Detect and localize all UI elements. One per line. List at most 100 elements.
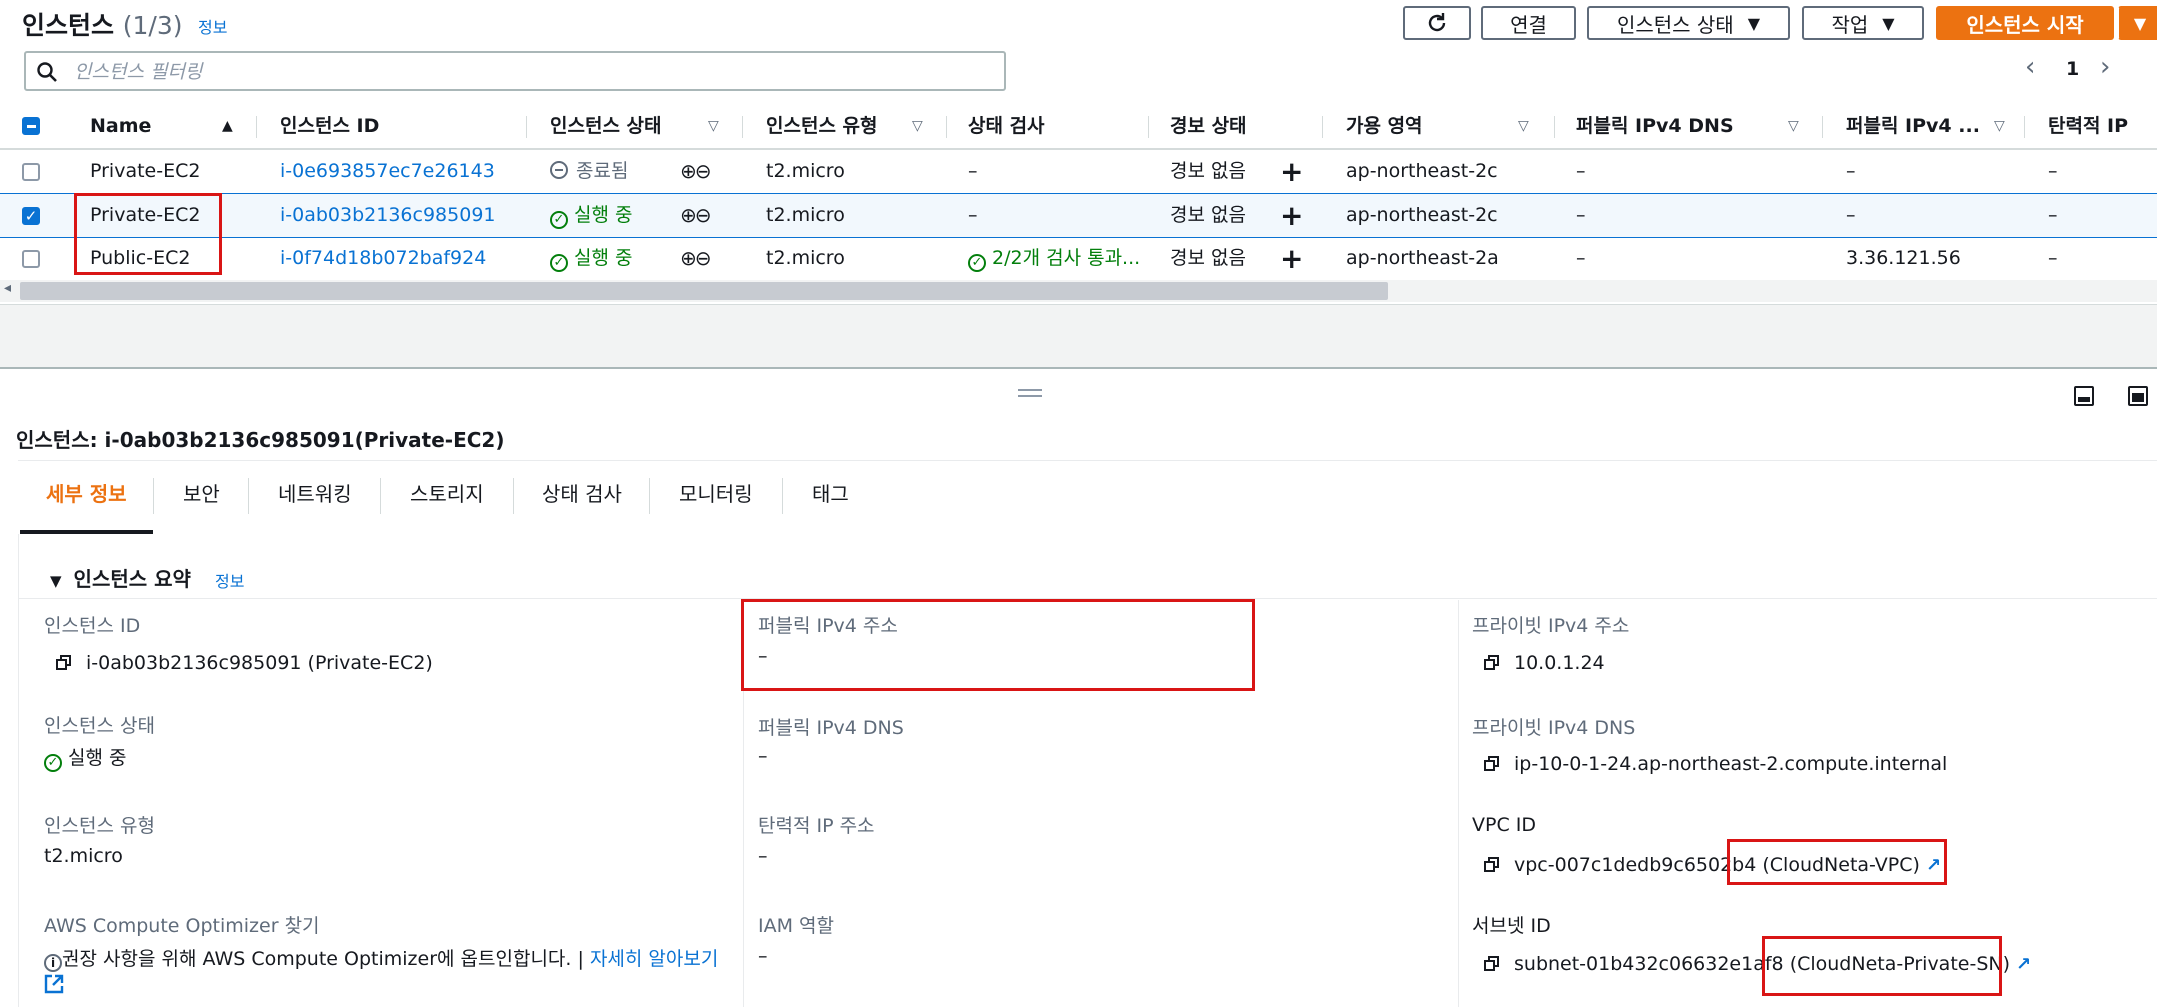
col-elastic-ip[interactable]: 탄력적 IP <box>2048 104 2128 148</box>
selection-count: (1/3) <box>122 11 183 40</box>
section-header[interactable]: ▼ 인스턴스 요약 <box>50 563 191 592</box>
row-check-text: 2/2개 검사 통과... <box>992 247 1141 269</box>
tabs-top-border <box>18 460 2157 461</box>
tab-security[interactable]: 보안 <box>183 468 220 530</box>
zoom-icons[interactable]: ⊕⊖ <box>680 237 711 280</box>
sort-icon: ▽ <box>1788 118 1799 134</box>
instance-state-label: 인스턴스 상태 <box>1616 12 1734 37</box>
row-dns: – <box>1576 204 1586 226</box>
row-state: 종료됨 <box>550 150 628 193</box>
row-state-text: 종료됨 <box>576 160 629 182</box>
horizontal-scrollbar[interactable]: ◂ <box>0 280 2157 302</box>
info-link[interactable]: 정보 <box>198 14 227 38</box>
external-link-icon[interactable] <box>44 974 64 994</box>
refresh-button[interactable] <box>1403 6 1471 40</box>
col-instance-type-label: 인스턴스 유형 <box>766 115 878 137</box>
scroll-left-icon[interactable]: ◂ <box>4 280 11 296</box>
row-checkbox-checked[interactable]: ✓ <box>22 207 40 225</box>
highlight-box-subnet <box>1762 936 2002 996</box>
tab-divider <box>513 478 514 514</box>
copy-icon[interactable] <box>56 655 72 671</box>
copy-icon[interactable] <box>1484 857 1500 873</box>
section-title: 인스턴스 요약 <box>73 567 191 591</box>
col-instance-id[interactable]: 인스턴스 ID <box>280 104 379 148</box>
launch-label: 인스턴스 시작 <box>1966 12 2084 37</box>
row-eip: – <box>2048 160 2058 182</box>
vpc-id-label: VPC ID <box>1472 814 1536 836</box>
row-ip: – <box>1846 160 1856 182</box>
tab-status-checks[interactable]: 상태 검사 <box>542 468 622 530</box>
col-divider <box>742 116 743 138</box>
private-dns-text: ip-10-0-1-24.ap-northeast-2.compute.inte… <box>1514 753 1948 775</box>
add-alarm-icon[interactable]: + <box>1280 194 1303 237</box>
scrollbar-thumb[interactable] <box>20 282 1388 300</box>
instance-state-button[interactable]: 인스턴스 상태 ▼ <box>1587 6 1790 40</box>
subnet-id-label: 서브넷 ID <box>1472 915 1551 937</box>
caret-down-icon: ▼ <box>1747 13 1761 33</box>
tab-details[interactable]: 세부 정보 <box>46 468 127 530</box>
select-all-checkbox[interactable] <box>22 117 40 135</box>
page-number[interactable]: 1 <box>2066 58 2079 80</box>
table-row[interactable]: Public-EC2 i-0f74d18b072baf924 ✓ 실행 중 ⊕⊖ … <box>0 237 2157 281</box>
connect-label: 연결 <box>1510 12 1547 37</box>
instance-id-text: i-0ab03b2136c985091 (Private-EC2) <box>86 652 433 674</box>
row-ip: 3.36.121.56 <box>1846 247 1961 269</box>
row-instance-id-link[interactable]: i-0f74d18b072baf924 <box>280 237 486 280</box>
row-instance-id-link[interactable]: i-0e693857ec7e26143 <box>280 150 495 193</box>
col-instance-state[interactable]: 인스턴스 상태 ▽ <box>550 104 719 148</box>
col-alarm-status[interactable]: 경보 상태 <box>1170 104 1247 148</box>
col-divider <box>1322 116 1323 138</box>
col-instance-type[interactable]: 인스턴스 유형 ▽ <box>766 104 923 148</box>
panel-bottom-icon[interactable] <box>2074 386 2094 406</box>
row-ip: – <box>1846 204 1856 226</box>
add-alarm-icon[interactable]: + <box>1280 150 1303 193</box>
tab-storage[interactable]: 스토리지 <box>410 468 484 530</box>
prev-page-icon[interactable]: ‹ <box>2025 52 2035 82</box>
resize-handle-icon[interactable] <box>1018 389 1042 397</box>
add-alarm-icon[interactable]: + <box>1280 237 1303 280</box>
zoom-icons[interactable]: ⊕⊖ <box>680 194 711 237</box>
col-public-dns[interactable]: 퍼블릭 IPv4 DNS ▽ <box>1576 104 1799 148</box>
col-availability-zone[interactable]: 가용 영역 ▽ <box>1346 104 1529 148</box>
row-checkbox[interactable] <box>22 250 40 268</box>
actions-button[interactable]: 작업 ▼ <box>1802 6 1924 40</box>
table-row[interactable]: Private-EC2 i-0e693857ec7e26143 종료됨 ⊕⊖ t… <box>0 150 2157 194</box>
panel-full-icon[interactable] <box>2128 386 2148 406</box>
caret-down-icon: ▼ <box>2133 13 2147 33</box>
detail-title: 인스턴스: i-0ab03b2136c985091(Private-EC2) <box>16 428 505 452</box>
tab-tags[interactable]: 태그 <box>812 468 849 530</box>
next-page-icon[interactable]: › <box>2100 52 2110 82</box>
copy-icon[interactable] <box>1484 655 1500 671</box>
launch-instance-button[interactable]: 인스턴스 시작 <box>1936 6 2114 40</box>
col-name[interactable]: Name ▲ <box>90 104 233 148</box>
copy-icon[interactable] <box>1484 956 1500 972</box>
tab-monitoring[interactable]: 모니터링 <box>679 468 753 530</box>
tab-divider <box>380 478 381 514</box>
col-instance-id-label: 인스턴스 ID <box>280 115 380 137</box>
table-row-selected[interactable]: ✓ Private-EC2 i-0ab03b2136c985091 ✓ 실행 중 … <box>0 193 2157 238</box>
row-check[interactable]: ✓ 2/2개 검사 통과... <box>968 237 1140 280</box>
instance-type-value: t2.micro <box>44 845 123 867</box>
instance-state-label: 인스턴스 상태 <box>44 715 155 737</box>
check-circle-icon: ✓ <box>44 754 62 772</box>
instance-id-value: i-0ab03b2136c985091 (Private-EC2) <box>56 652 433 674</box>
elastic-ip-label: 탄력적 IP 주소 <box>758 815 875 837</box>
search-icon <box>37 62 57 82</box>
private-dns-label: 프라이빗 IPv4 DNS <box>1472 717 1636 739</box>
tab-networking[interactable]: 네트워킹 <box>278 468 352 530</box>
search-input[interactable] <box>72 58 976 86</box>
col-status-check[interactable]: 상태 검사 <box>968 104 1045 148</box>
tab-divider <box>649 478 650 514</box>
row-instance-id-link[interactable]: i-0ab03b2136c985091 <box>280 194 496 237</box>
zoom-icons[interactable]: ⊕⊖ <box>680 150 711 193</box>
col-public-ip[interactable]: 퍼블릭 IPv4 ... ▽ <box>1846 104 2005 148</box>
row-checkbox[interactable] <box>22 163 40 181</box>
sort-asc-icon: ▲ <box>222 118 233 134</box>
copy-icon[interactable] <box>1484 756 1500 772</box>
learn-more-link[interactable]: 자세히 알아보기 <box>590 948 718 970</box>
caret-down-icon: ▼ <box>1882 13 1895 33</box>
section-info-link[interactable]: 정보 <box>215 568 244 592</box>
launch-dropdown-button[interactable]: ▼ <box>2118 6 2157 40</box>
connect-button[interactable]: 연결 <box>1481 6 1576 40</box>
private-ip-label: 프라이빗 IPv4 주소 <box>1472 615 1630 637</box>
